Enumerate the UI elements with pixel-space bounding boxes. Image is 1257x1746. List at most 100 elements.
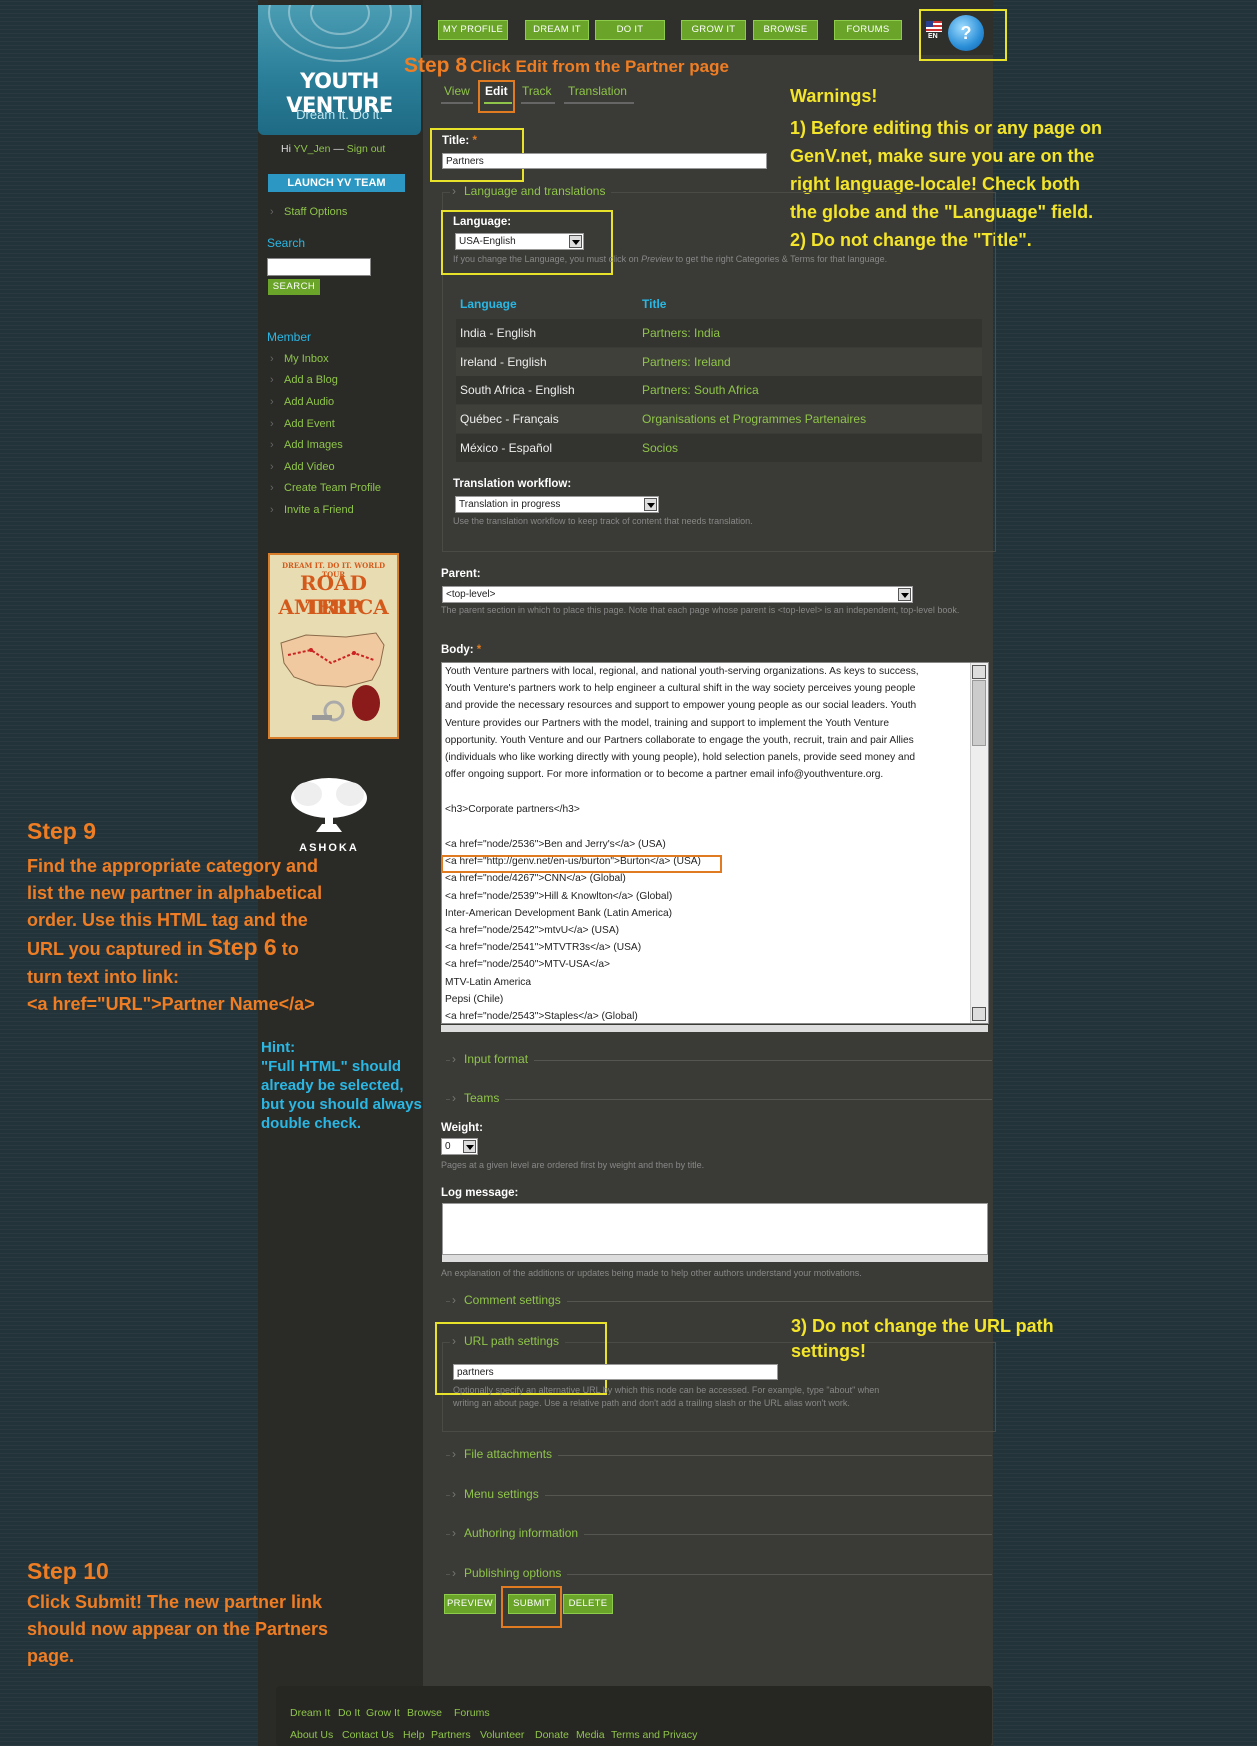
hint-line: "Full HTML" should [261, 1058, 402, 1075]
sidebar-search-input[interactable] [267, 258, 371, 276]
step9-line: Find the appropriate category and [27, 856, 319, 876]
body-scrollbar[interactable] [970, 663, 988, 1023]
sidebar-item-add-blog[interactable]: Add a Blog [270, 374, 338, 386]
divider [446, 1099, 992, 1100]
url-hint-line: Optionally specify an alternative URL by… [453, 1385, 880, 1395]
nav-forums[interactable]: FORUMS [834, 20, 902, 40]
tab-track[interactable]: Track [522, 84, 552, 98]
file-attachments-toggle[interactable]: File attachments [450, 1447, 559, 1461]
weight-select[interactable]: 0 [441, 1138, 478, 1155]
sidebar-item-add-event[interactable]: Add Event [270, 418, 335, 430]
footer-link-about-us[interactable]: About Us [290, 1729, 333, 1741]
body-textarea[interactable]: Youth Venture partners with local, regio… [441, 662, 989, 1024]
footer-link-media[interactable]: Media [576, 1729, 605, 1741]
weight-select-value: 0 [445, 1141, 451, 1152]
language-fieldset-legend[interactable]: Language and translations [450, 184, 612, 198]
road-trip-america-promo[interactable]: DREAM IT. DO IT. WORLD TOUR ROAD TRIP AM… [268, 553, 399, 739]
scrollbar-thumb[interactable] [972, 680, 986, 746]
sidebar-item-add-video[interactable]: Add Video [270, 461, 334, 473]
table-row: Québec - Français Organisations et Progr… [456, 405, 982, 433]
sidebar-item-add-images[interactable]: Add Images [270, 439, 343, 451]
scroll-up-icon[interactable] [972, 665, 986, 679]
footer-link-donate[interactable]: Donate [535, 1729, 569, 1741]
table-cell-language: Ireland - English [460, 355, 547, 369]
staff-options-link[interactable]: Staff Options [270, 206, 347, 218]
user-greeting: Hi YV_Jen — Sign out [281, 143, 385, 155]
table-cell-title-link[interactable]: Partners: India [642, 319, 720, 347]
sidebar-item-my-inbox[interactable]: My Inbox [270, 353, 329, 365]
language-hint-emphasis: Preview [641, 254, 674, 264]
search-button[interactable]: SEARCH [268, 279, 320, 295]
teams-toggle[interactable]: Teams [450, 1091, 506, 1105]
youth-venture-logo[interactable]: YOUTH VENTURE Dream it. Do it. [258, 5, 421, 135]
required-mark: * [476, 644, 482, 656]
footer-link-browse[interactable]: Browse [407, 1707, 442, 1719]
nav-dream-it[interactable]: DREAM IT [525, 20, 589, 40]
table-cell-title-link[interactable]: Socios [642, 434, 678, 462]
step9-url-line: URL you captured in Step 6 to [27, 934, 322, 964]
log-resize-grip[interactable] [442, 1255, 988, 1262]
body-resize-grip[interactable] [441, 1025, 988, 1032]
greeting-prefix: Hi [281, 143, 291, 155]
publishing-options-toggle[interactable]: Publishing options [450, 1566, 568, 1580]
table-cell-title-link[interactable]: Organisations et Programmes Partenaires [642, 405, 866, 433]
body-line: <a href="node/2540">MTV-USA</a> [445, 959, 610, 970]
site-footer: Dream It Do It Grow It Browse Forums Abo… [276, 1686, 992, 1746]
title-input[interactable]: Partners [442, 153, 767, 169]
menu-settings-toggle[interactable]: Menu settings [450, 1487, 545, 1501]
us-flag-icon[interactable] [926, 21, 942, 32]
help-globe-icon[interactable]: ? [948, 15, 984, 51]
footer-link-contact-us[interactable]: Contact Us [342, 1729, 394, 1741]
chevron-down-icon [463, 1140, 476, 1153]
log-message-textarea[interactable] [442, 1203, 988, 1255]
authoring-information-toggle[interactable]: Authoring information [450, 1526, 585, 1540]
input-format-toggle[interactable]: Input format [450, 1052, 535, 1066]
preview-button[interactable]: PREVIEW [444, 1594, 496, 1614]
footer-link-do-it[interactable]: Do It [338, 1707, 360, 1719]
scroll-down-icon[interactable] [972, 1007, 986, 1021]
nav-grow-it[interactable]: GROW IT [681, 20, 746, 40]
url-alias-input[interactable]: partners [453, 1364, 778, 1380]
usa-map-keys-illustration [280, 632, 385, 722]
launch-yv-team-button[interactable]: LAUNCH YV TEAM [268, 174, 405, 192]
member-heading: Member [267, 330, 312, 344]
workflow-select[interactable]: Translation in progress [455, 496, 659, 513]
footer-link-volunteer[interactable]: Volunteer [480, 1729, 524, 1741]
tab-underline [564, 102, 634, 104]
footer-link-partners[interactable]: Partners [431, 1729, 471, 1741]
footer-link-terms[interactable]: Terms and Privacy [611, 1729, 697, 1741]
step9-line: <a href="URL">Partner Name</a> [27, 994, 315, 1014]
sign-out-link[interactable]: Sign out [347, 143, 386, 155]
language-select[interactable]: USA-English [455, 233, 584, 250]
promo-line2: AMERICA [278, 595, 389, 619]
delete-button[interactable]: DELETE [563, 1594, 613, 1614]
footer-link-grow-it[interactable]: Grow It [366, 1707, 400, 1719]
table-cell-title-link[interactable]: Partners: South Africa [642, 376, 759, 404]
tab-translation[interactable]: Translation [568, 84, 627, 98]
warning-line: 1) Before editing this or any page on [790, 118, 1103, 138]
body-label: Body: * [441, 644, 481, 656]
nav-do-it[interactable]: DO IT [595, 20, 665, 40]
parent-hint: The parent section in which to place thi… [441, 605, 960, 615]
step10-instructions: Click Submit! The new partner link shoul… [27, 1589, 328, 1670]
body-line: <a href="node/2543">Staples</a> (Global) [445, 1011, 638, 1022]
sidebar-item-invite-friend[interactable]: Invite a Friend [270, 504, 354, 516]
table-cell-title-link[interactable]: Partners: Ireland [642, 348, 731, 376]
edit-tab-highlight [478, 80, 515, 113]
footer-link-forums[interactable]: Forums [454, 1707, 490, 1719]
footer-link-dream-it[interactable]: Dream It [290, 1707, 330, 1719]
footer-link-help[interactable]: Help [403, 1729, 425, 1741]
table-cell-language: México - Español [460, 441, 553, 455]
table-header-title: Title [642, 297, 667, 311]
nav-browse[interactable]: BROWSE [753, 20, 818, 40]
step8-text: Click Edit from the Partner page [470, 57, 729, 76]
sidebar-item-create-team-profile[interactable]: Create Team Profile [270, 482, 381, 494]
parent-select[interactable]: <top-level> [442, 586, 913, 603]
weight-label: Weight: [441, 1122, 483, 1134]
nav-my-profile[interactable]: MY PROFILE [438, 20, 508, 40]
tab-view[interactable]: View [444, 84, 470, 98]
username-link[interactable]: YV_Jen [294, 143, 331, 155]
sidebar-item-add-audio[interactable]: Add Audio [270, 396, 334, 408]
workflow-hint: Use the translation workflow to keep tra… [453, 516, 753, 526]
comment-settings-toggle[interactable]: Comment settings [450, 1293, 567, 1307]
